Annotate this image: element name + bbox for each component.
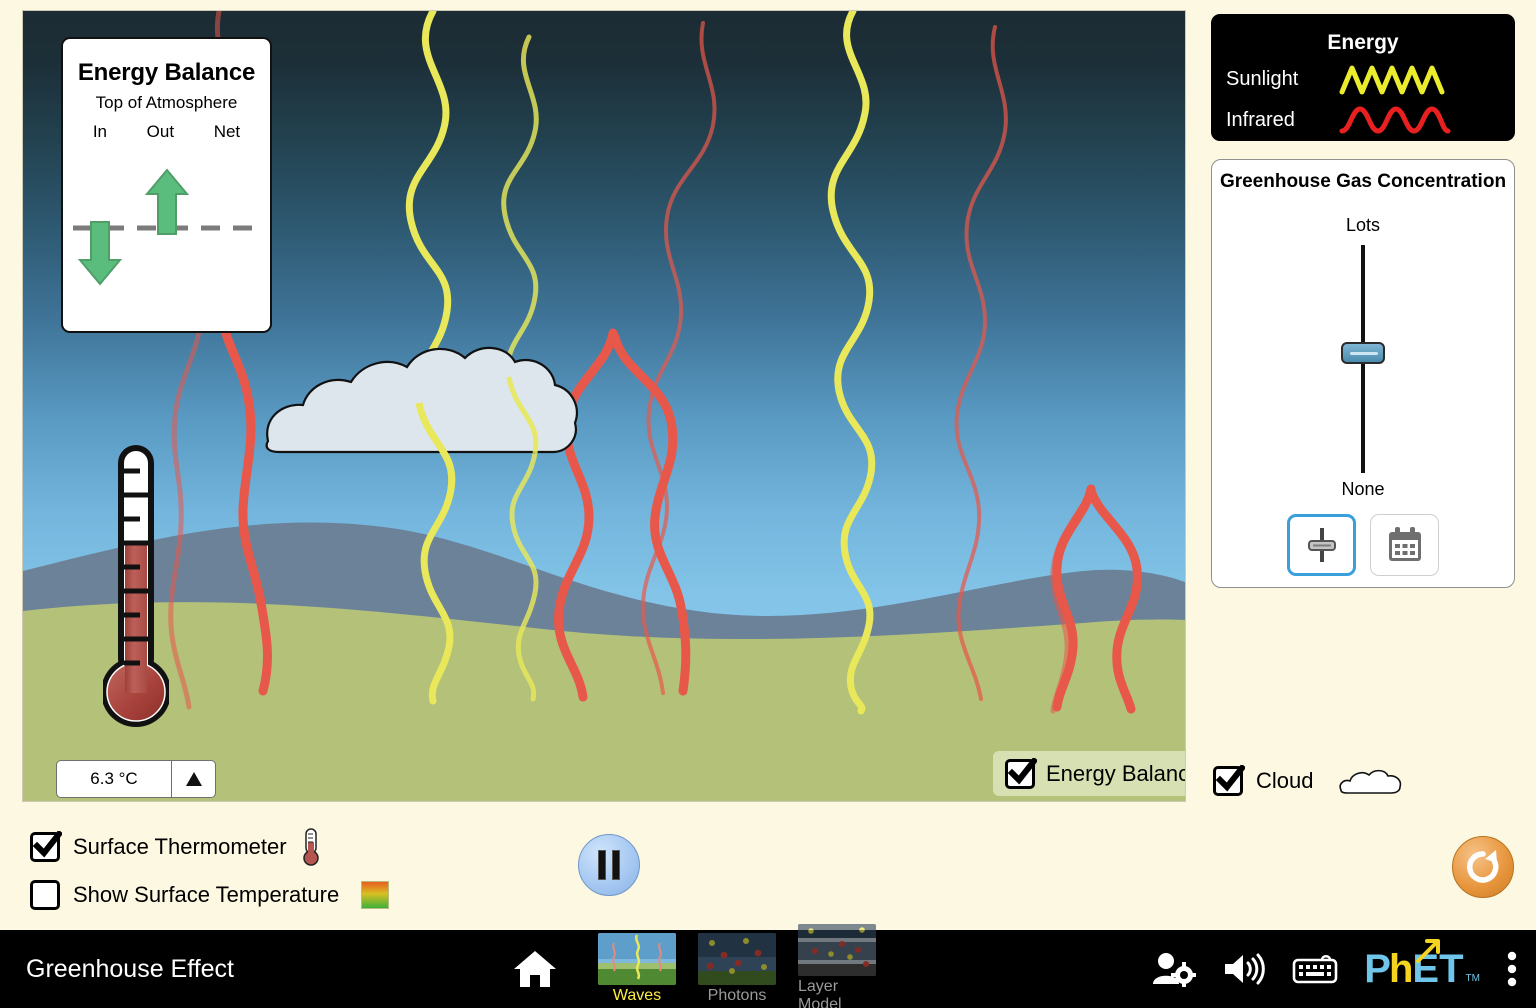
eb-arrow-in <box>77 221 123 286</box>
screen-label-layer-model: Layer Model <box>798 978 842 1008</box>
eb-column-out: Out <box>146 122 175 141</box>
phet-arrow-icon <box>1416 939 1440 963</box>
surface-thermometer-label: Surface Thermometer <box>73 834 287 859</box>
screen-label-waves: Waves <box>612 987 662 1004</box>
navbar-right-icons[interactable]: P h ET TM <box>1152 939 1518 991</box>
navigation-bar[interactable]: Greenhouse Effect Waves Photons Layer Mo… <box>0 924 1536 1008</box>
eb-column-in: In <box>92 122 107 141</box>
greenhouse-gas-concentration-panel[interactable]: Greenhouse Gas Concentration Lots None <box>1211 159 1515 588</box>
layer-model-thumbnail <box>798 924 876 976</box>
phet-logo-h: h <box>1388 947 1414 991</box>
phet-logo[interactable]: P h ET TM <box>1364 939 1480 991</box>
energy-balance-panel[interactable]: Energy Balance Top of Atmosphere In Out … <box>61 37 272 333</box>
pause-bar-left <box>598 850 606 880</box>
sunlight-wave-1-front <box>415 402 456 490</box>
energy-legend-title: Energy <box>1327 31 1399 54</box>
checkbox-unchecked[interactable] <box>30 880 60 910</box>
screen-button-layer-model[interactable]: Layer Model <box>798 924 876 1008</box>
screen-selector[interactable]: Waves Photons Layer Model <box>598 924 876 1008</box>
ghg-max-label: Lots <box>1345 215 1381 235</box>
sunlight-wave-2-front <box>506 376 539 454</box>
cloud-icon <box>1339 769 1402 794</box>
screen-button-photons[interactable]: Photons <box>698 933 776 1005</box>
infrared-wave-icon <box>1339 106 1451 134</box>
phet-logo-p: P <box>1364 947 1391 991</box>
energy-legend-panel: Energy Sunlight Infrared <box>1211 14 1515 141</box>
date-mode-button[interactable] <box>1370 514 1439 576</box>
legend-label-infrared: Infrared <box>1226 108 1295 131</box>
pause-bar-right <box>612 850 620 880</box>
eb-arrow-out <box>144 168 190 235</box>
ghg-mode-buttons[interactable] <box>1212 514 1514 576</box>
sound-icon[interactable] <box>1222 951 1266 987</box>
screen-label-photons: Photons <box>707 987 767 1004</box>
surface-thermometer-checkbox[interactable]: Surface Thermometer <box>30 828 389 866</box>
energy-balance-title: Energy Balance <box>77 59 256 86</box>
legend-label-sunlight: Sunlight <box>1226 67 1299 90</box>
temperature-readout[interactable]: 6.3 °C <box>56 760 216 798</box>
slider-icon <box>1307 528 1336 562</box>
cloud-checkbox-label: Cloud <box>1256 768 1314 793</box>
waves-thumbnail <box>598 933 676 985</box>
cloud-checkbox[interactable]: Cloud <box>1213 765 1404 796</box>
eb-column-net: Net <box>213 122 241 141</box>
screen-button-waves[interactable]: Waves <box>598 933 676 1005</box>
preferences-user-icon[interactable] <box>1152 951 1197 987</box>
ghg-panel-title: Greenhouse Gas Concentration <box>1219 171 1507 192</box>
keyboard-shortcuts-icon[interactable] <box>1292 953 1338 985</box>
ghg-min-label: None <box>1341 479 1385 499</box>
energy-balance-graph <box>63 158 270 308</box>
temperature-gradient-swatch <box>361 881 390 909</box>
sunlight-wave-icon <box>1339 65 1445 95</box>
legend-row-sunlight: Sunlight <box>1212 62 1514 96</box>
play-pause-button[interactable] <box>578 834 640 896</box>
reset-all-icon <box>1467 850 1499 883</box>
reset-all-button[interactable] <box>1452 836 1514 898</box>
thermometer-icon <box>302 828 319 866</box>
slider-thumb-grip <box>1350 352 1378 355</box>
legend-row-infrared: Infrared <box>1212 103 1514 137</box>
phet-logo-tm: TM <box>1465 973 1480 984</box>
energy-balance-checkbox[interactable]: Energy Balance <box>993 751 1186 796</box>
simulation-scene[interactable]: Energy Balance Top of Atmosphere In Out … <box>22 10 1186 802</box>
triangle-up-icon[interactable] <box>171 761 215 797</box>
calendar-icon <box>1388 527 1421 561</box>
temperature-value: 6.3 °C <box>90 769 138 788</box>
bottom-checkbox-group[interactable]: Surface Thermometer Show Surface Tempera… <box>30 828 390 924</box>
energy-balance-subtitle: Top of Atmosphere <box>95 93 238 112</box>
home-button[interactable] <box>512 948 558 990</box>
show-surface-temperature-checkbox[interactable]: Show Surface Temperature <box>30 880 390 910</box>
surface-thermometer[interactable] <box>101 443 171 733</box>
checkbox-checked[interactable] <box>1005 757 1037 789</box>
checkbox-checked[interactable] <box>30 831 62 862</box>
home-icon <box>514 951 556 987</box>
photons-thumbnail <box>698 933 776 985</box>
slider-thumb[interactable] <box>1341 342 1385 364</box>
sim-title: Greenhouse Effect <box>26 954 235 983</box>
ghg-concentration-slider[interactable] <box>1212 245 1514 473</box>
slider-mode-button[interactable] <box>1287 514 1356 576</box>
kebab-menu-icon[interactable] <box>1506 949 1518 989</box>
energy-balance-checkbox-label: Energy Balance <box>1046 760 1186 786</box>
checkbox-checked[interactable] <box>1213 765 1245 796</box>
show-surface-temperature-label: Show Surface Temperature <box>73 882 340 907</box>
